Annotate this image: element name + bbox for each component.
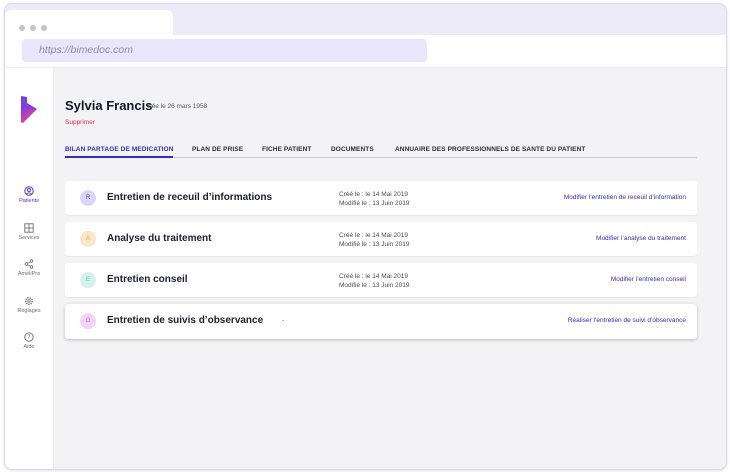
card-action-link[interactable]: Modifier l’entretien de receuil d’inform…: [564, 194, 686, 201]
sidebar-item-reglages[interactable]: Réglages: [5, 296, 53, 314]
main-content: Sylvia Francis née le 26 mars 1958 Suppr…: [53, 68, 726, 469]
sidebar-item-label: Réglages: [17, 308, 41, 314]
card-dates: Créé le : le 14 Mai 2019 Modifié le : 13…: [339, 231, 409, 249]
tab-bar: BILAN PARTAGE DE MEDICATION PLAN DE PRIS…: [65, 143, 697, 158]
sidebar-item-label: Aide: [23, 344, 35, 350]
card-action-link[interactable]: Modifier l’entretien conseil: [611, 276, 686, 283]
interview-card-analyse[interactable]: A Analyse du traitement Créé le : le 14 …: [65, 222, 697, 256]
modified-date: Modifié le : 13 Juin 2019: [339, 200, 410, 207]
tab-bilan-partage[interactable]: BILAN PARTAGE DE MEDICATION: [65, 146, 174, 153]
step-badge: E: [80, 272, 96, 288]
url-bar[interactable]: https://bimedoc.com: [22, 39, 427, 62]
tab-fiche-patient[interactable]: FICHE PATIENT: [262, 146, 311, 153]
created-date: Créé le : le 14 Mai 2019: [339, 191, 409, 198]
step-badge: R: [80, 190, 96, 206]
sidebar-item-services[interactable]: Services: [5, 223, 53, 241]
gear-icon: [25, 297, 33, 305]
help-circle-icon: ?: [24, 332, 34, 342]
sidebar-item-label: Patients: [19, 198, 39, 204]
card-title: Entretien de receuil d’informations: [107, 192, 273, 203]
interview-card-conseil[interactable]: E Entretien conseil Créé le : le 14 Mai …: [65, 263, 697, 297]
active-tab-indicator: [65, 156, 173, 158]
card-title: Entretien conseil: [107, 274, 188, 285]
grid-icon: [24, 223, 34, 233]
app-logo[interactable]: [19, 96, 39, 124]
modified-date: Modifié le : 13 Juin 2019: [339, 241, 410, 248]
browser-tab[interactable]: [5, 10, 173, 38]
created-date: Créé le : le 14 Mai 2019: [339, 232, 409, 239]
patient-dob: née le 26 mars 1958: [148, 103, 208, 110]
delete-patient-link[interactable]: Supprimer: [65, 119, 95, 126]
window-dot[interactable]: [41, 25, 47, 31]
tab-annuaire[interactable]: ANNUAIRE DES PROFESSIONNELS DE SANTE DU …: [395, 146, 585, 153]
svg-text:?: ?: [27, 334, 30, 341]
card-action-link[interactable]: Réaliser l’entretien de suivi d’observan…: [568, 317, 686, 324]
step-badge: O: [80, 313, 96, 329]
interview-card-recueil[interactable]: R Entretien de receuil d’informations Cr…: [65, 181, 697, 215]
card-dates: Créé le : le 14 Mai 2019 Modifié le : 13…: [339, 272, 409, 290]
sidebar-item-label: Services: [18, 235, 40, 241]
browser-toolbar: https://bimedoc.com: [5, 35, 726, 67]
card-title: Analyse du traitement: [107, 233, 212, 244]
sidebar-item-label: AmeliPro: [17, 271, 41, 277]
user-circle-icon: [24, 186, 34, 196]
browser-window: https://bimedoc.com Patients Services Am…: [4, 3, 727, 470]
patient-name: Sylvia Francis: [65, 98, 153, 113]
card-action-link[interactable]: Modifier l’analyse du traitement: [596, 235, 686, 242]
card-title: Entretien de suivis d’observance: [107, 315, 264, 326]
created-date: Créé le : le 14 Mai 2019: [339, 273, 409, 280]
step-badge: A: [80, 231, 96, 247]
no-date-placeholder: -: [282, 317, 285, 324]
sidebar-item-aide[interactable]: ? Aide: [5, 332, 53, 350]
tab-plan-de-prise[interactable]: PLAN DE PRISE: [192, 146, 243, 153]
card-dates: Créé le : le 14 Mai 2019 Modifié le : 13…: [339, 190, 409, 208]
interview-card-observance[interactable]: O Entretien de suivis d’observance - Réa…: [65, 304, 697, 339]
modified-date: Modifié le : 13 Juin 2019: [339, 282, 410, 289]
window-dot[interactable]: [30, 25, 36, 31]
window-controls: [19, 25, 47, 31]
sidebar-item-patients[interactable]: Patients: [5, 186, 53, 204]
sidebar-item-amelipro[interactable]: AmeliPro: [5, 259, 53, 277]
tab-documents[interactable]: DOCUMENTS: [331, 146, 374, 153]
sidebar: Patients Services AmeliPro Réglages ? Ai…: [5, 68, 54, 469]
share-icon: [24, 259, 34, 269]
window-dot[interactable]: [19, 25, 25, 31]
app-container: Patients Services AmeliPro Réglages ? Ai…: [5, 68, 726, 469]
